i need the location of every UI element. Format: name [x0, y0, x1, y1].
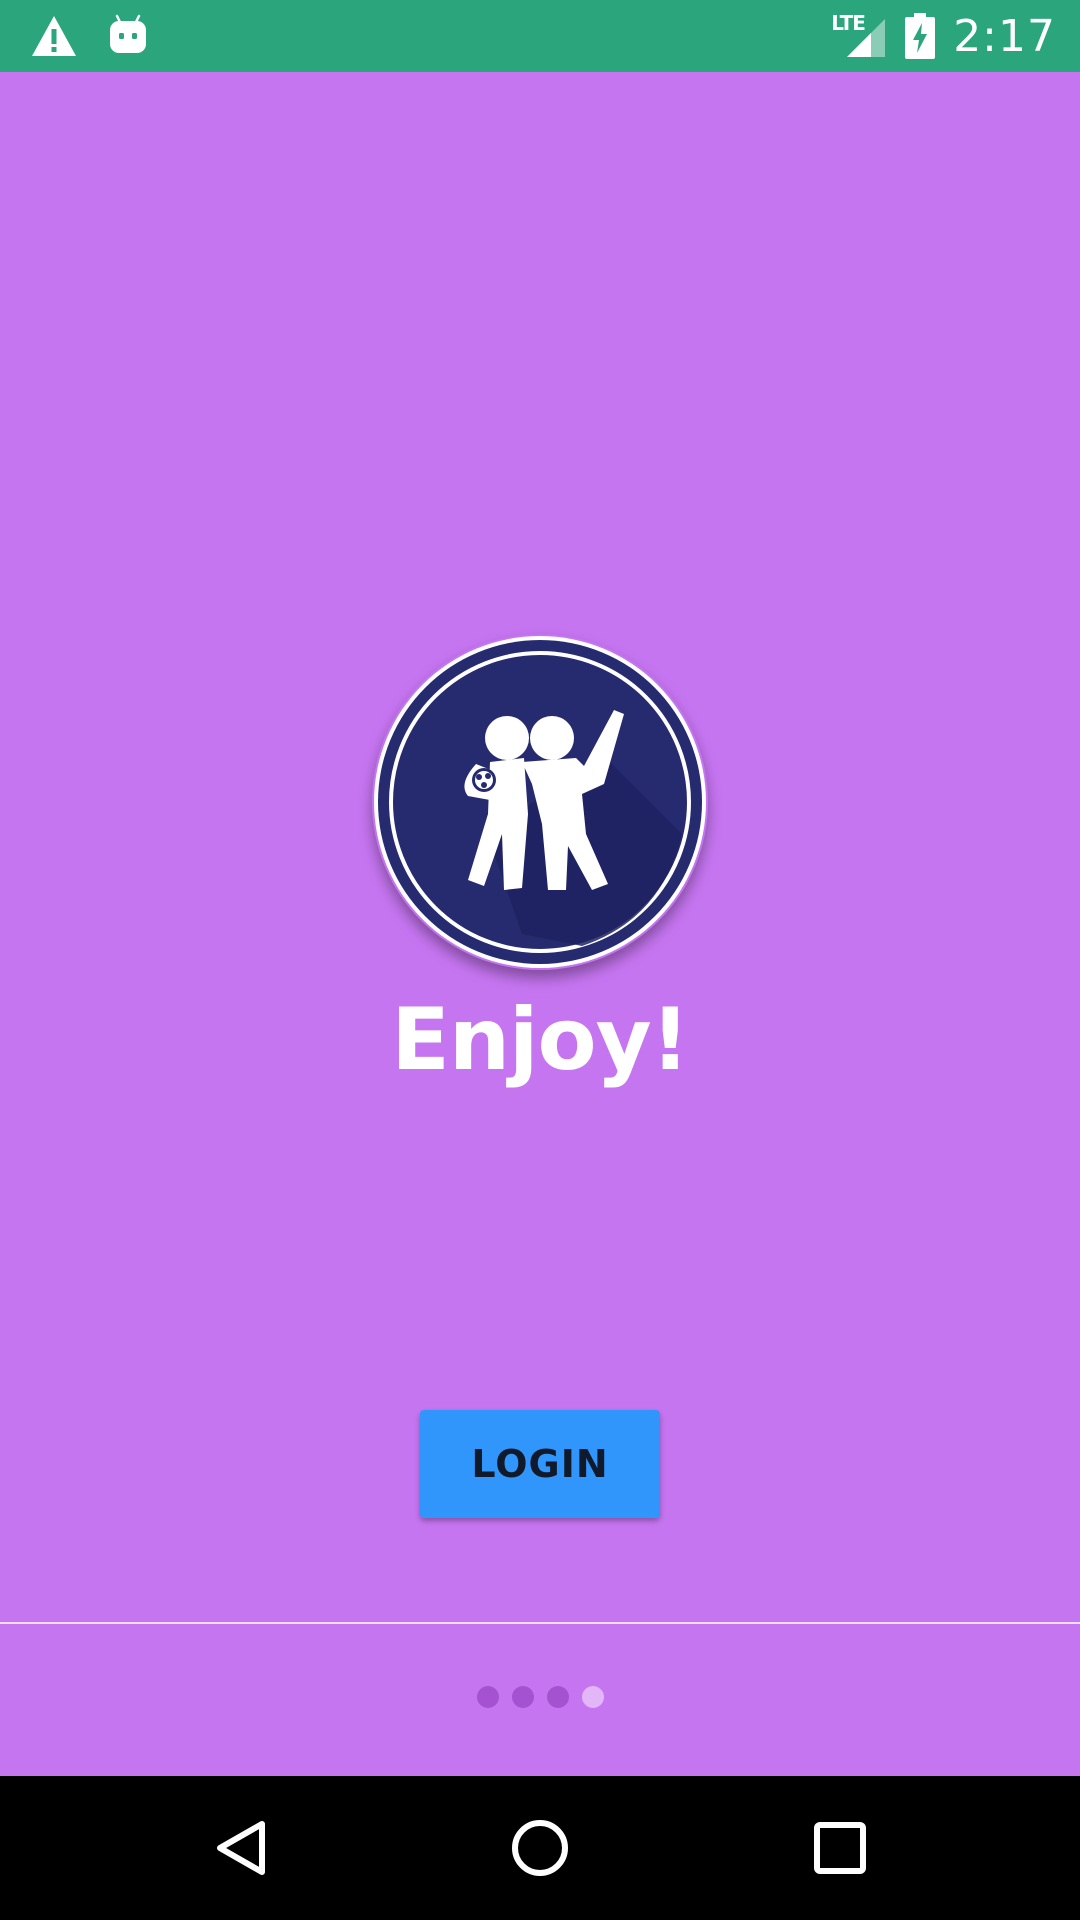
page-dot-4-active[interactable] [581, 1686, 604, 1708]
android-icon [104, 12, 152, 60]
page-dot-3[interactable] [546, 1686, 569, 1708]
page-indicator [0, 1686, 1080, 1708]
onboarding-headline: Enjoy! [391, 990, 690, 1090]
footer-divider [0, 1622, 1080, 1624]
back-icon[interactable] [188, 1796, 292, 1900]
onboarding-screen: LTE 2:17 Enjoy! LOGIN [0, 0, 1080, 1920]
recents-icon[interactable] [788, 1796, 892, 1900]
system-nav-bar [0, 1776, 1080, 1920]
page-dot-2[interactable] [511, 1686, 534, 1708]
page-dot-1[interactable] [476, 1686, 499, 1708]
status-bar: LTE 2:17 [0, 0, 1080, 72]
login-button[interactable]: LOGIN [420, 1410, 660, 1518]
status-indicators: LTE 2:17 [831, 0, 1056, 72]
app-logo [372, 634, 708, 970]
friends-logo-icon [374, 636, 706, 968]
warning-icon [30, 12, 78, 60]
status-time: 2:17 [953, 10, 1056, 62]
home-icon[interactable] [488, 1796, 592, 1900]
battery-charging-icon [905, 13, 936, 59]
signal-icon: LTE [831, 11, 887, 59]
